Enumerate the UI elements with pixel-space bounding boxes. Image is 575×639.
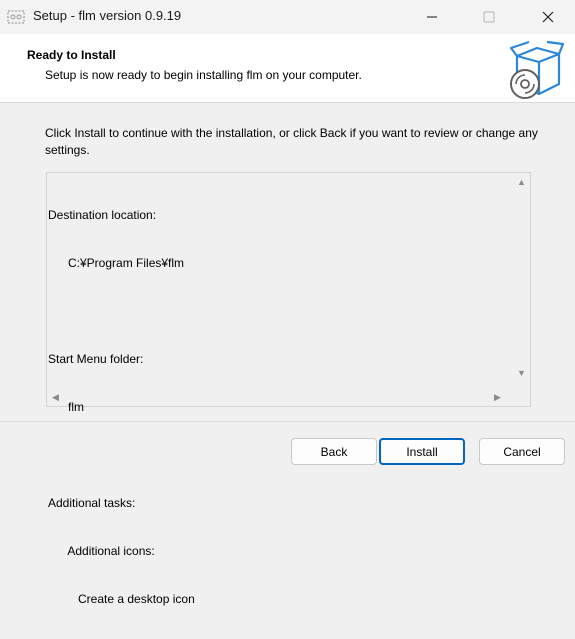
scroll-up-arrow-icon[interactable]: ▲: [517, 177, 526, 187]
vertical-scrollbar[interactable]: ▲ ▼: [513, 173, 530, 389]
install-box-disc-icon: [509, 40, 565, 99]
horizontal-scrollbar[interactable]: ◀ ▶: [47, 389, 513, 406]
window-title: Setup - flm version 0.9.19: [33, 8, 182, 23]
close-button[interactable]: [525, 0, 571, 34]
memo-line: Destination location:: [48, 208, 157, 222]
memo-line: Start Menu folder:: [48, 352, 144, 366]
footer-separator: [0, 421, 575, 422]
page-subtitle: Setup is now ready to begin installing f…: [45, 68, 362, 82]
title-bar: Setup - flm version 0.9.19: [0, 0, 575, 34]
wizard-header: Ready to Install Setup is now ready to b…: [0, 34, 575, 103]
minimize-button[interactable]: [409, 0, 455, 34]
cancel-button[interactable]: Cancel: [479, 438, 565, 465]
install-button[interactable]: Install: [379, 438, 465, 465]
intro-text: Click Install to continue with the insta…: [45, 126, 538, 157]
back-button[interactable]: Back: [291, 438, 377, 465]
close-icon: [542, 11, 554, 23]
scroll-right-arrow-icon[interactable]: ▶: [494, 392, 501, 403]
install-summary-memo[interactable]: Destination location: C:¥Program Files¥f…: [46, 172, 531, 606]
memo-line: Create a desktop icon: [48, 592, 195, 606]
scroll-down-arrow-icon[interactable]: ▼: [517, 368, 526, 378]
memo-line: Additional tasks:: [48, 496, 136, 510]
memo-content: Destination location: C:¥Program Files¥f…: [48, 175, 510, 639]
minimize-icon: [427, 16, 437, 18]
memo-line: Additional icons:: [48, 544, 155, 558]
setup-app-icon: [7, 10, 25, 24]
page-title: Ready to Install: [27, 48, 116, 62]
maximize-icon: [483, 11, 495, 23]
scroll-left-arrow-icon[interactable]: ◀: [52, 392, 59, 403]
memo-line: C:¥Program Files¥flm: [48, 256, 185, 270]
memo-line: ​: [48, 303, 510, 319]
maximize-button: [466, 0, 512, 34]
